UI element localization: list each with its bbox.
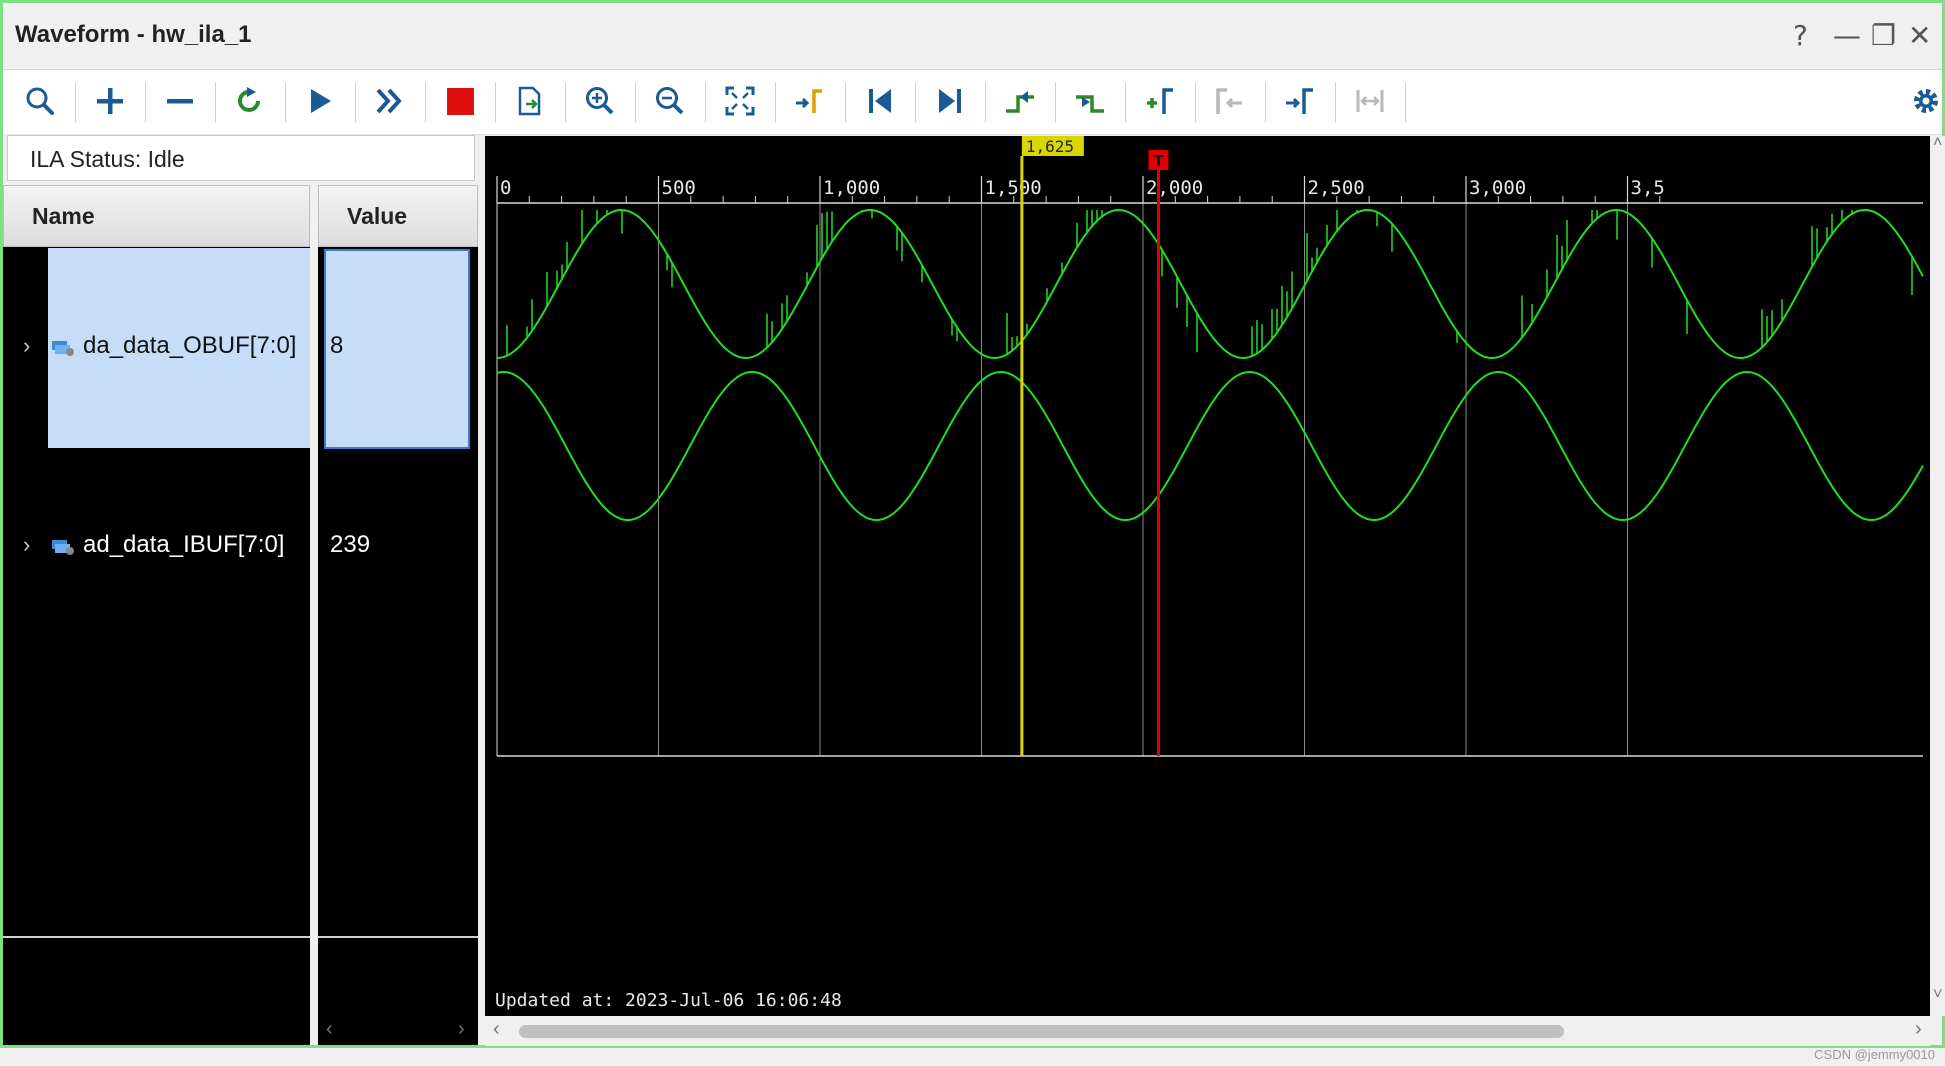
toolbar xyxy=(3,70,1942,135)
scroll-down-icon[interactable]: ˅ xyxy=(1933,986,1942,1004)
settings-icon[interactable] xyxy=(1905,80,1945,122)
refresh-icon[interactable] xyxy=(229,80,271,122)
divider xyxy=(3,936,310,938)
next-marker-icon[interactable] xyxy=(1279,80,1321,122)
tick-label: 0 xyxy=(500,177,511,199)
signal-row-da-data[interactable]: › da_data_OBUF[7:0] xyxy=(3,331,310,367)
selected-value-highlight xyxy=(324,249,470,449)
ila-status: ILA Status: Idle xyxy=(7,135,475,181)
export-icon[interactable] xyxy=(509,80,551,122)
waveform-svg: 0 500 1,000 1,500 2,000 2,500 3,000 3,5 1,625T … xyxy=(495,136,1924,1011)
close-icon[interactable]: ✕ xyxy=(1908,19,1931,52)
next-transition-icon[interactable] xyxy=(1069,80,1111,122)
name-column-header[interactable]: Name xyxy=(3,185,310,247)
ila-status-text: ILA Status: Idle xyxy=(30,146,185,172)
scroll-thumb[interactable] xyxy=(519,1025,1564,1038)
horizontal-scrollbar[interactable]: ‹ › xyxy=(485,1016,1930,1046)
tick-label: 3,5 xyxy=(1631,177,1665,199)
scroll-left-icon[interactable]: ‹ xyxy=(493,1018,500,1041)
tick-label: 3,000 xyxy=(1469,177,1526,199)
signal-name: ad_data_IBUF[7:0] xyxy=(83,531,285,558)
bus-icon xyxy=(51,536,75,564)
tick-label: 1,500 xyxy=(985,177,1042,199)
zoom-in-icon[interactable] xyxy=(579,80,621,122)
window-title: Waveform - hw_ila_1 xyxy=(15,21,252,48)
minimize-icon[interactable]: — xyxy=(1833,19,1861,52)
chevron-right-icon[interactable]: › xyxy=(23,532,30,558)
run-trigger-icon[interactable] xyxy=(299,80,341,122)
value-scrollbar[interactable]: ‹ › xyxy=(318,1016,478,1046)
zoom-fit-icon[interactable] xyxy=(719,80,761,122)
swap-cursors-icon[interactable] xyxy=(1349,80,1391,122)
value-column-header[interactable]: Value xyxy=(318,185,478,247)
scroll-right-icon[interactable]: › xyxy=(458,1018,465,1041)
signal-value: 239 xyxy=(330,531,371,558)
search-icon[interactable] xyxy=(19,80,61,122)
tick-label: 2,500 xyxy=(1308,177,1365,199)
scroll-left-icon[interactable]: ‹ xyxy=(326,1018,333,1041)
signal-row-ad-data[interactable]: › ad_data_IBUF[7:0] xyxy=(3,530,310,566)
help-icon[interactable]: ? xyxy=(1793,19,1808,52)
prev-marker-icon[interactable] xyxy=(1209,80,1251,122)
da-data-wave xyxy=(496,208,1924,360)
name-header-label: Name xyxy=(32,203,95,229)
tick-label: 2,000 xyxy=(1146,177,1203,199)
restore-icon[interactable]: ❐ xyxy=(1871,19,1896,52)
tick-label: 1,000 xyxy=(823,177,880,199)
scroll-right-icon[interactable]: › xyxy=(1915,1018,1922,1041)
add-icon[interactable] xyxy=(89,80,131,122)
chevron-right-icon[interactable]: › xyxy=(23,333,30,359)
signal-name: da_data_OBUF[7:0] xyxy=(83,332,297,359)
name-column: Name › da_data_OBUF[7:0] › ad_data_IBUF[… xyxy=(3,185,310,1045)
updated-timestamp: Updated at: 2023-Jul-06 16:06:48 xyxy=(495,990,842,1011)
signal-value: 8 xyxy=(330,332,344,359)
goto-start-icon[interactable] xyxy=(859,80,901,122)
watermark: CSDN @jemmy0010 xyxy=(1814,1047,1935,1062)
waveform-window: Waveform - hw_ila_1 ? — ❐ ✕ ILA Status: … xyxy=(0,0,1945,1048)
add-marker-icon[interactable] xyxy=(1139,80,1181,122)
prev-transition-icon[interactable] xyxy=(999,80,1041,122)
cursor-label: 1,625 xyxy=(1026,137,1074,156)
stop-icon[interactable] xyxy=(439,80,481,122)
ad-data-wave xyxy=(496,370,1924,522)
tick-label: 500 xyxy=(662,177,696,199)
waveform-canvas[interactable]: 0 500 1,000 1,500 2,000 2,500 3,000 3,5 1,625 T … xyxy=(485,136,1930,1016)
divider xyxy=(318,936,478,938)
zoom-out-icon[interactable] xyxy=(649,80,691,122)
value-header-label: Value xyxy=(347,203,408,229)
value-column: Value 8 239 xyxy=(318,185,478,1045)
goto-cursor-icon[interactable] xyxy=(789,80,831,122)
goto-end-icon[interactable] xyxy=(929,80,971,122)
trigger-label: T xyxy=(1154,152,1165,170)
bus-icon xyxy=(51,337,75,365)
run-immediate-icon[interactable] xyxy=(369,80,411,122)
remove-icon[interactable] xyxy=(159,80,201,122)
title-bar: Waveform - hw_ila_1 ? — ❐ ✕ xyxy=(3,3,1942,70)
vertical-scrollbar[interactable]: ˄ ˅ xyxy=(1931,134,1945,1016)
scroll-up-icon[interactable]: ˄ xyxy=(1933,134,1942,152)
